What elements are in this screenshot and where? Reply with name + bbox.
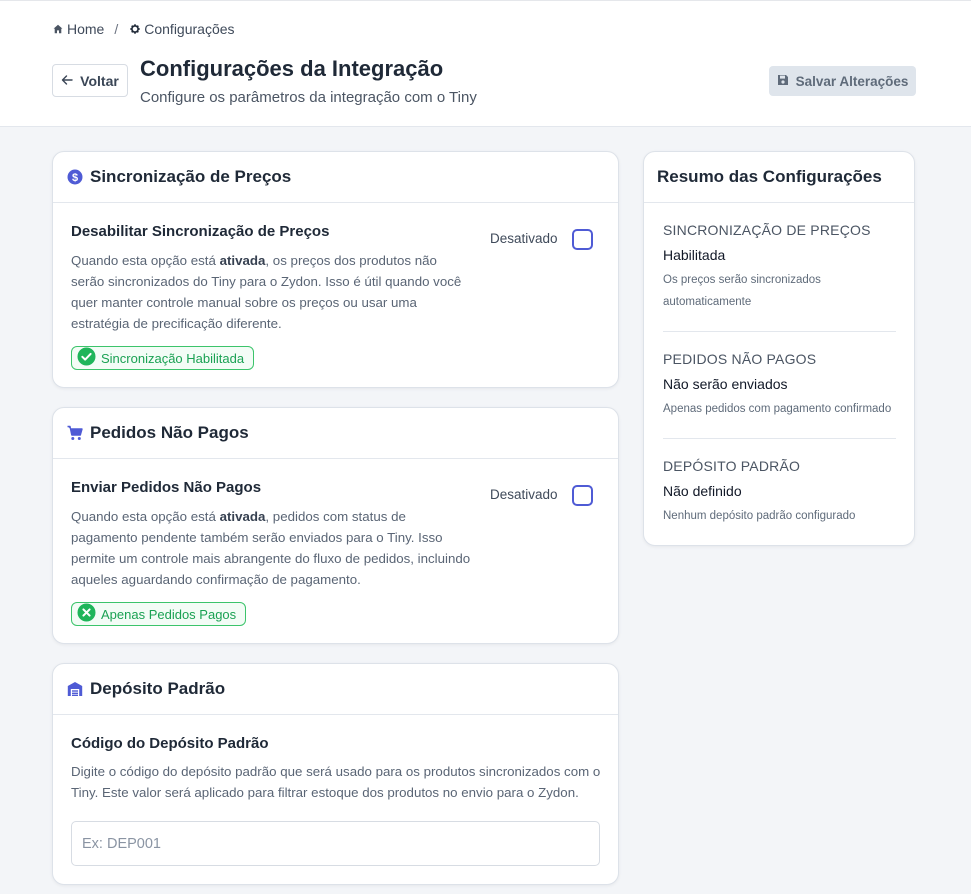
summary-note: Nenhum depósito padrão configurado bbox=[663, 510, 856, 522]
unpaid-orders-status-badge: Apenas Pedidos Pagos bbox=[71, 602, 247, 626]
summary-heading: PEDIDOS NÃO PAGOS bbox=[663, 351, 817, 367]
summary-section-unpaid-orders: PEDIDOS NÃO PAGOS Não serão enviados Ape… bbox=[663, 351, 896, 420]
summary-note: Apenas pedidos com pagamento confirmado bbox=[663, 403, 892, 415]
shopping-cart-icon bbox=[67, 425, 83, 441]
floppy-disk-icon bbox=[777, 74, 789, 89]
price-sync-card-title: Sincronização de Preços bbox=[90, 167, 292, 186]
summary-divider bbox=[663, 438, 896, 439]
check-circle-icon bbox=[77, 347, 96, 369]
summary-heading: DEPÓSITO PADRÃO bbox=[663, 458, 801, 474]
price-sync-status-label: Sincronização Habilitada bbox=[101, 350, 245, 366]
dollar-circle-icon: $ bbox=[67, 169, 83, 185]
price-sync-checkbox[interactable] bbox=[572, 229, 593, 250]
breadcrumb: Home / Configurações bbox=[53, 20, 235, 38]
summary-value: Não serão enviados bbox=[663, 376, 788, 392]
summary-section-price-sync: SINCRONIZAÇÃO DE PREÇOS Habilitada Os pr… bbox=[663, 222, 896, 313]
unpaid-orders-card-title: Pedidos Não Pagos bbox=[90, 423, 249, 442]
breadcrumb-separator: / bbox=[114, 21, 119, 37]
unpaid-orders-setting-title: Enviar Pedidos Não Pagos bbox=[71, 479, 262, 496]
price-sync-card-header: $ Sincronização de Preços bbox=[53, 152, 618, 203]
svg-text:$: $ bbox=[72, 172, 78, 184]
summary-divider bbox=[663, 331, 896, 332]
unpaid-orders-description: Quando esta opção está ativada, pedidos … bbox=[71, 509, 471, 587]
save-button-label: Salvar Alterações bbox=[795, 73, 909, 89]
deposit-code-input[interactable] bbox=[71, 821, 600, 866]
unpaid-orders-toggle-label: Desativado bbox=[490, 487, 558, 502]
warehouse-icon bbox=[67, 681, 83, 697]
arrow-left-icon bbox=[61, 73, 73, 89]
summary-title: Resumo das Configurações bbox=[644, 152, 914, 203]
back-button-label: Voltar bbox=[80, 72, 119, 89]
summary-note: Os preços serão sincronizados automatica… bbox=[663, 274, 821, 308]
page-header: Home / Configurações Voltar Configuraçõe… bbox=[0, 0, 971, 127]
summary-section-deposit: DEPÓSITO PADRÃO Não definido Nenhum depó… bbox=[663, 458, 896, 527]
deposit-description: Digite o código do depósito padrão que s… bbox=[71, 764, 601, 800]
home-icon bbox=[53, 21, 63, 37]
price-sync-card: $ Sincronização de Preços Desabilitar Si… bbox=[52, 151, 619, 388]
breadcrumb-current: Configurações bbox=[130, 21, 235, 37]
deposit-setting-title: Código do Depósito Padrão bbox=[71, 735, 269, 752]
breadcrumb-home-link[interactable]: Home bbox=[53, 21, 104, 37]
unpaid-orders-card-header: Pedidos Não Pagos bbox=[53, 408, 618, 459]
unpaid-orders-checkbox[interactable] bbox=[572, 485, 593, 506]
price-sync-status-badge: Sincronização Habilitada bbox=[71, 346, 255, 370]
deposit-card-title: Depósito Padrão bbox=[90, 679, 226, 698]
back-button[interactable]: Voltar bbox=[52, 64, 128, 97]
breadcrumb-current-label: Configurações bbox=[144, 21, 235, 37]
summary-heading: SINCRONIZAÇÃO DE PREÇOS bbox=[663, 222, 871, 238]
page-subtitle: Configure os parâmetros da integração co… bbox=[140, 89, 477, 106]
price-sync-description: Quando esta opção está ativada, os preço… bbox=[71, 253, 462, 331]
deposit-card: Depósito Padrão Código do Depósito Padrã… bbox=[52, 663, 619, 885]
price-sync-setting-title: Desabilitar Sincronização de Preços bbox=[71, 223, 330, 240]
breadcrumb-home-label: Home bbox=[67, 21, 105, 37]
unpaid-orders-status-label: Apenas Pedidos Pagos bbox=[101, 606, 237, 622]
summary-value: Não definido bbox=[663, 483, 742, 499]
summary-card: Resumo das Configurações SINCRONIZAÇÃO D… bbox=[643, 151, 915, 546]
price-sync-toggle-label: Desativado bbox=[490, 231, 558, 246]
gear-icon bbox=[130, 21, 140, 37]
x-circle-icon bbox=[77, 603, 96, 625]
save-button[interactable]: Salvar Alterações bbox=[769, 66, 916, 96]
deposit-card-header: Depósito Padrão bbox=[53, 664, 618, 715]
summary-value: Habilitada bbox=[663, 247, 726, 263]
page-title: Configurações da Integração bbox=[140, 56, 444, 81]
unpaid-orders-card: Pedidos Não Pagos Enviar Pedidos Não Pag… bbox=[52, 407, 619, 644]
